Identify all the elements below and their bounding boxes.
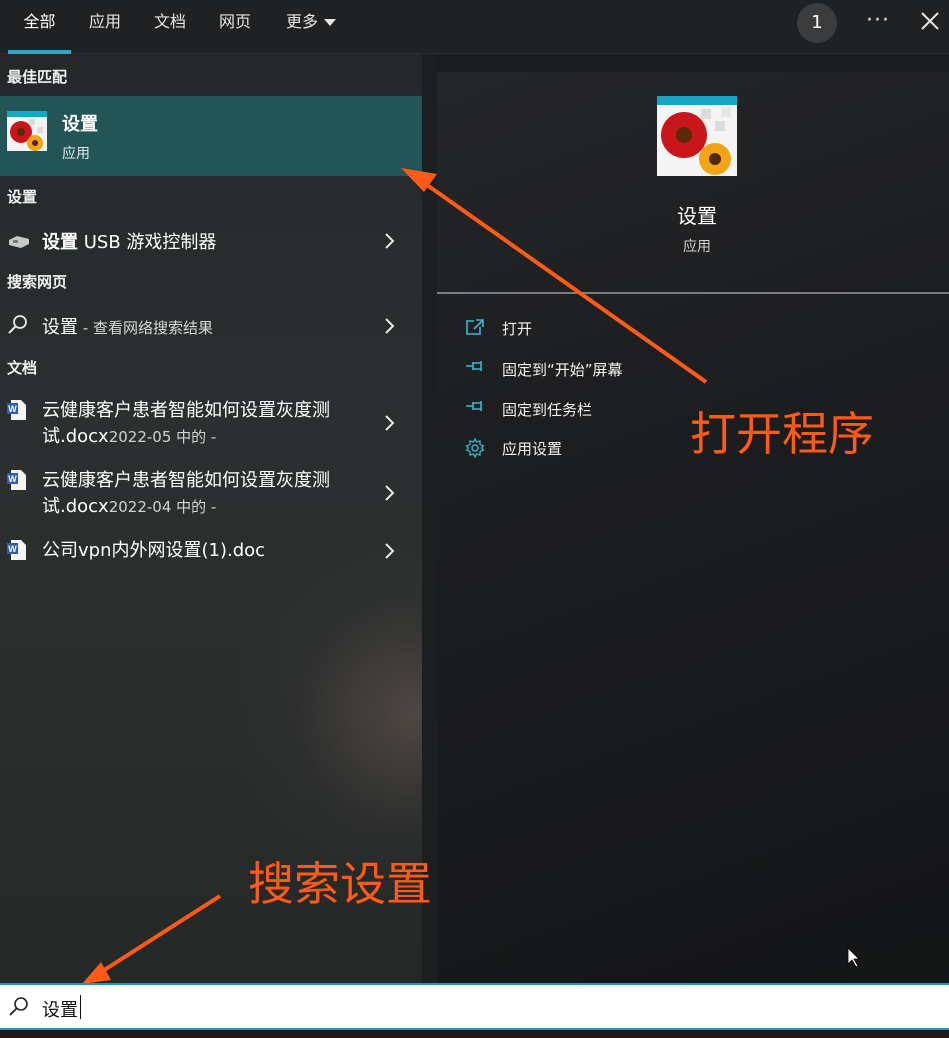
text-cursor <box>80 995 81 1019</box>
annotation-open-program: 打开程序 <box>690 407 874 461</box>
search-icon <box>9 997 28 1016</box>
taskbar-edge <box>0 1030 949 1038</box>
mouse-cursor-icon <box>847 947 860 968</box>
annotation-arrows <box>82 168 860 984</box>
search-input[interactable]: 设置 <box>42 996 78 1022</box>
search-box[interactable]: 设置 <box>0 983 949 1030</box>
annotation-search-settings: 搜索设置 <box>248 857 432 911</box>
